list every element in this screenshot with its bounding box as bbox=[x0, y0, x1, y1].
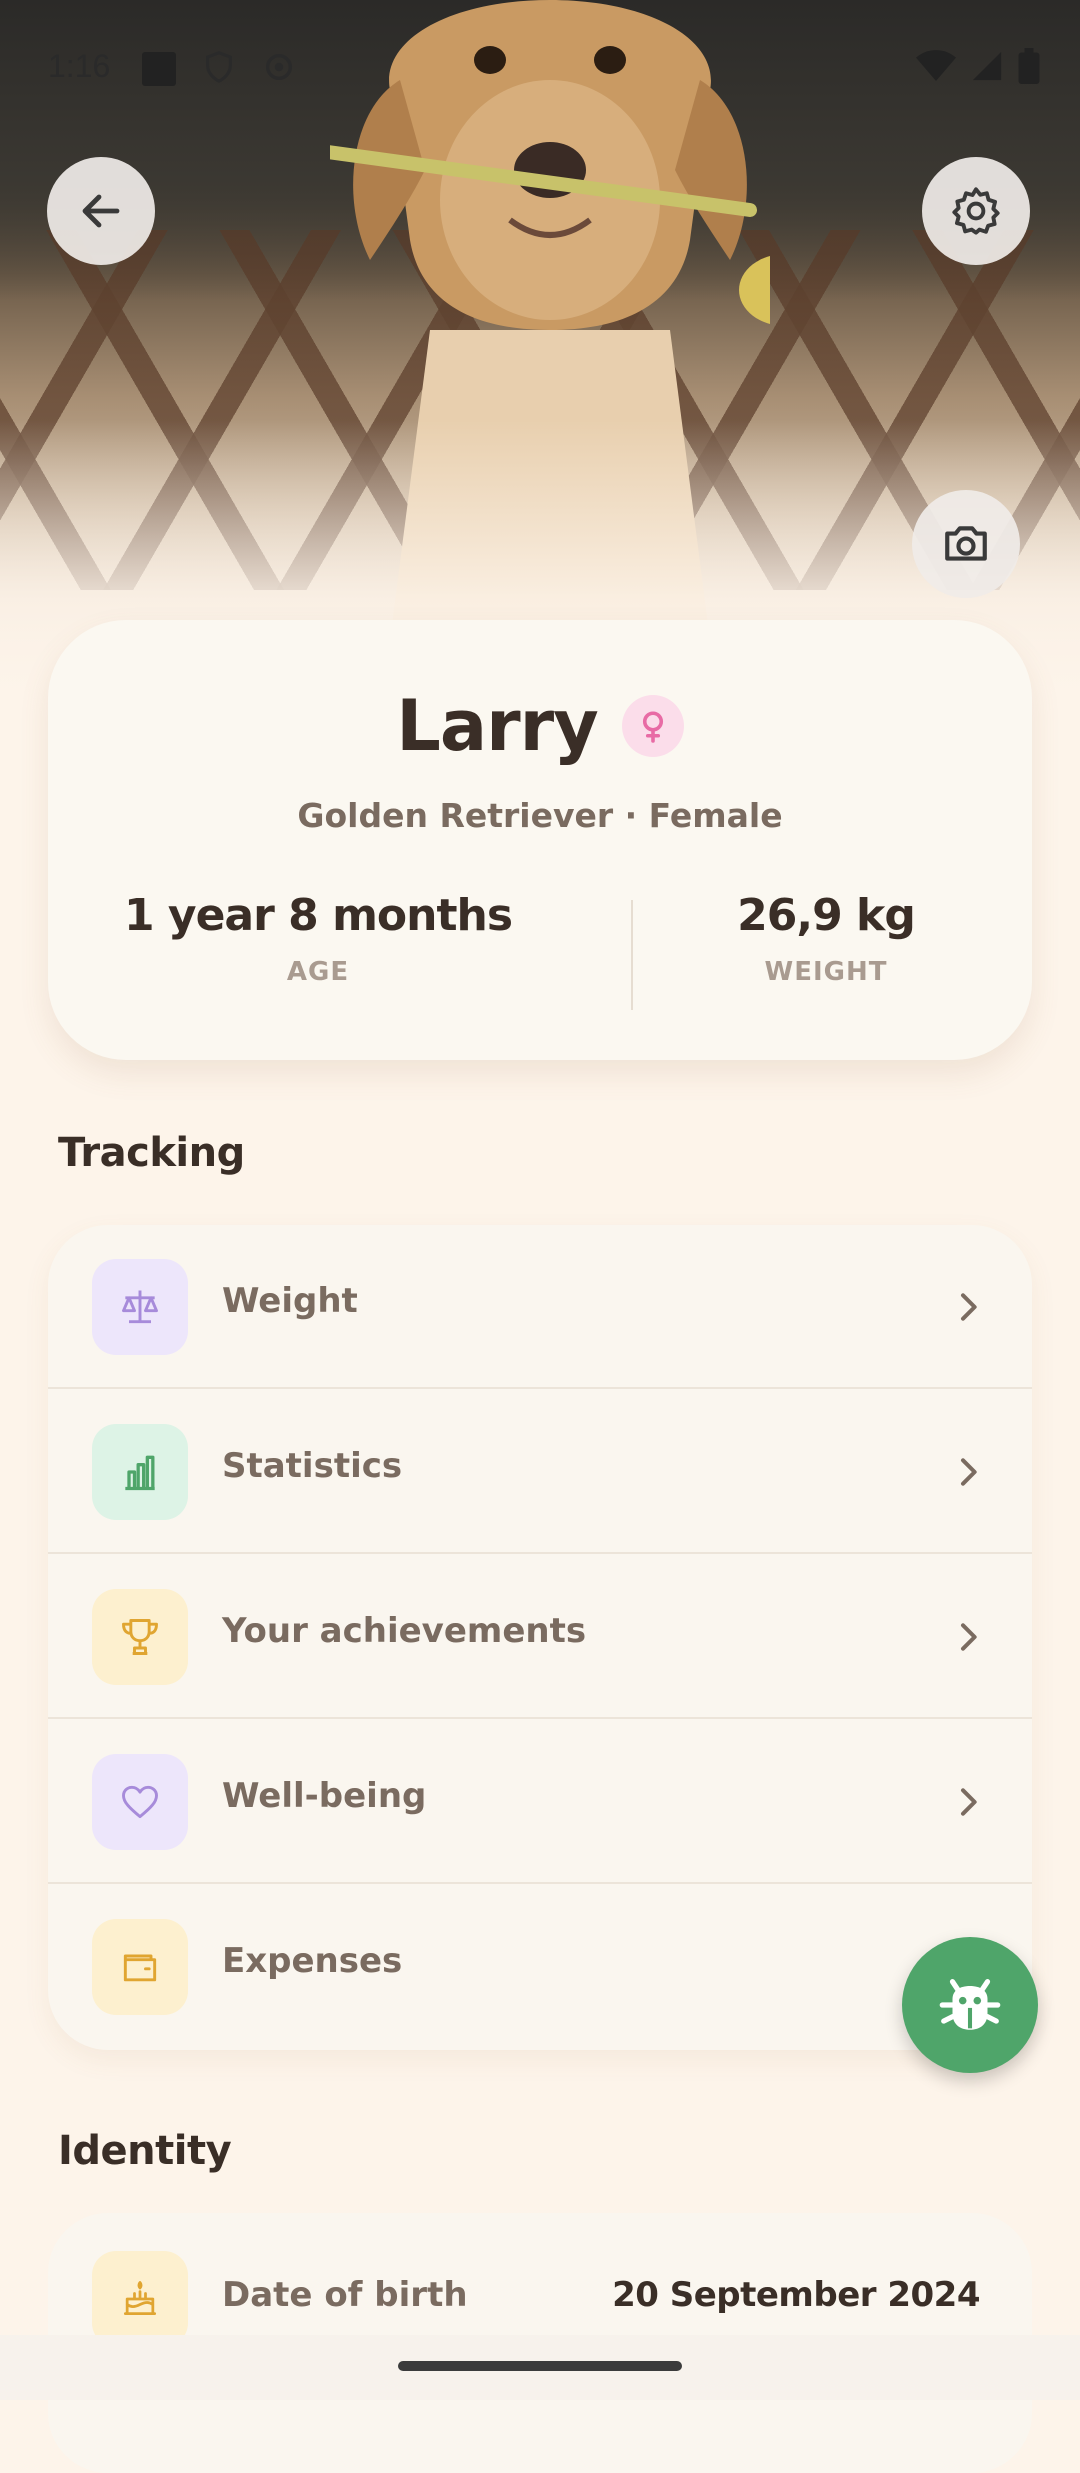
tracking-title: Tracking bbox=[58, 1130, 245, 1176]
tracking-item-label: Expenses bbox=[222, 1941, 403, 1981]
gender-badge bbox=[621, 695, 684, 757]
arrow-left-icon bbox=[82, 194, 120, 228]
tracking-item-label: Statistics bbox=[222, 1446, 403, 1486]
heart-icon bbox=[92, 1754, 188, 1850]
back-button[interactable] bbox=[47, 157, 155, 265]
female-icon bbox=[642, 711, 663, 743]
notification-icon bbox=[142, 52, 176, 86]
pet-name: Larry bbox=[396, 685, 599, 767]
wallet-icon bbox=[92, 1919, 188, 2015]
identity-title: Identity bbox=[58, 2128, 232, 2174]
signal-icon bbox=[972, 51, 1002, 81]
weight-stat: 26,9 kg WEIGHT bbox=[586, 890, 1066, 987]
tracking-list: Weight Statistics Your achievements Well… bbox=[48, 1225, 1032, 2050]
home-gesture-handle[interactable] bbox=[398, 2361, 682, 2371]
tracking-item-weight[interactable]: Weight bbox=[48, 1225, 1032, 1389]
age-value: 1 year 8 months bbox=[123, 890, 513, 941]
settings-button[interactable] bbox=[922, 157, 1030, 265]
weight-label: WEIGHT bbox=[764, 957, 888, 987]
system-navigation-bar bbox=[0, 2335, 1080, 2400]
tracking-item-label: Your achievements bbox=[222, 1611, 587, 1651]
change-photo-button[interactable] bbox=[912, 490, 1020, 598]
status-time: 1:16 bbox=[48, 48, 111, 84]
bug-icon bbox=[939, 1979, 1001, 2030]
date-of-birth-value: 20 September 2024 bbox=[612, 2275, 980, 2315]
weight-value: 26,9 kg bbox=[737, 890, 916, 941]
tracking-item-label: Well-being bbox=[222, 1776, 427, 1816]
breed-gender: Golden Retriever · Female bbox=[297, 796, 783, 835]
chevron-right-icon bbox=[961, 1623, 977, 1651]
tracking-item-statistics[interactable]: Statistics bbox=[48, 1390, 1032, 1554]
camera-icon bbox=[945, 526, 987, 561]
shield-icon bbox=[206, 51, 232, 83]
scale-icon bbox=[92, 1259, 188, 1355]
age-label: AGE bbox=[286, 957, 350, 987]
cake-icon bbox=[92, 2251, 188, 2347]
bar-chart-icon bbox=[92, 1424, 188, 1520]
status-bar: 1:16 bbox=[0, 0, 1080, 140]
tracking-item-well-being[interactable]: Well-being bbox=[48, 1720, 1032, 1884]
tracking-item-label: Weight bbox=[222, 1281, 358, 1321]
chevron-right-icon bbox=[961, 1788, 977, 1816]
wifi-icon bbox=[916, 50, 956, 81]
battery-icon bbox=[1018, 48, 1040, 84]
tracking-item-achievements[interactable]: Your achievements bbox=[48, 1555, 1032, 1719]
bug-report-button[interactable] bbox=[902, 1937, 1038, 2073]
gear-icon bbox=[952, 187, 1000, 235]
date-of-birth-label: Date of birth bbox=[222, 2275, 468, 2315]
chevron-right-icon bbox=[961, 1458, 977, 1486]
sync-icon bbox=[265, 53, 293, 81]
age-stat: 1 year 8 months AGE bbox=[78, 890, 558, 987]
profile-card: Larry Golden Retriever · Female 1 year 8… bbox=[48, 620, 1032, 1060]
trophy-icon bbox=[92, 1589, 188, 1685]
tracking-item-expenses[interactable]: Expenses bbox=[48, 1885, 1032, 2049]
chevron-right-icon bbox=[961, 1293, 977, 1321]
